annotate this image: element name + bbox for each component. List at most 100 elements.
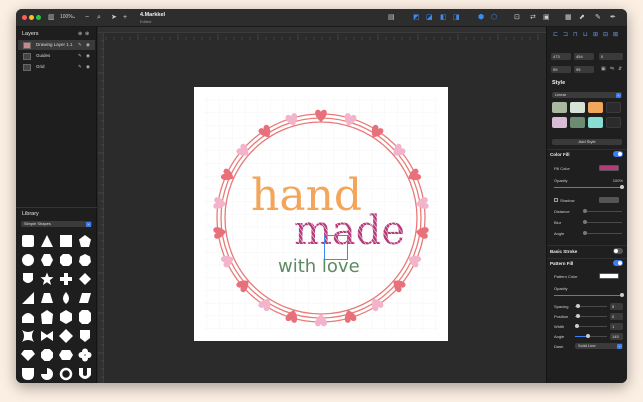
layer-row-grid[interactable]: Grid ✎ ◉ (18, 62, 95, 72)
diamond-shape[interactable] (77, 271, 93, 287)
dash-select[interactable]: Solid Line ⌄ (575, 343, 623, 349)
ring-shape[interactable] (58, 366, 74, 382)
sidebar-toggle-icon[interactable]: ▥ (48, 13, 55, 22)
flower-shape[interactable] (77, 347, 93, 363)
tall-hexagon-shape[interactable] (58, 309, 74, 325)
zoom-window-button[interactable] (36, 15, 41, 20)
style-swatch[interactable] (570, 117, 585, 128)
add-icon[interactable]: + (123, 13, 127, 22)
arch-shape[interactable] (20, 309, 36, 325)
pattern-angle-slider[interactable] (575, 334, 607, 338)
style-swatch[interactable] (552, 117, 567, 128)
brush-icon[interactable]: ✎ (78, 40, 82, 50)
shield-round-shape[interactable] (20, 366, 36, 382)
lock-icon[interactable]: ▣ (543, 13, 550, 22)
style-swatch[interactable] (570, 102, 585, 113)
ungroup-icon[interactable]: ⬡ (491, 13, 497, 22)
minus-icon[interactable]: − (85, 13, 89, 22)
heptagon-shape[interactable] (77, 252, 93, 268)
pie-shape[interactable] (39, 366, 55, 382)
layer-row-drawing[interactable]: Drawing Layer 1.1 ✎ ◉ (18, 40, 95, 50)
fill-color-well[interactable] (599, 165, 619, 171)
close-window-button[interactable] (22, 15, 27, 20)
share-icon[interactable]: ⬈ (579, 13, 585, 22)
position-field[interactable]: 0 (610, 313, 623, 320)
trapezoid-shape[interactable] (39, 290, 55, 306)
rotation-field[interactable]: 0 (599, 53, 623, 60)
drop-shape[interactable] (58, 290, 74, 306)
zoom-level[interactable]: 100% (60, 14, 73, 20)
arrange-icon[interactable]: ⊟ (603, 31, 608, 38)
height-field[interactable]: 95 (574, 66, 594, 73)
style-swatch[interactable] (606, 102, 621, 113)
pen-icon[interactable]: ✒ (610, 13, 616, 22)
style-select[interactable]: Linear ⌄ (552, 92, 622, 98)
shadow-color-well[interactable] (599, 197, 619, 203)
rotated-diamond-shape[interactable] (58, 328, 74, 344)
style-swatch[interactable] (588, 102, 603, 113)
tall-pentagon-shape[interactable] (39, 309, 55, 325)
align-icon[interactable]: ▤ (388, 13, 395, 22)
add-layer-icon[interactable]: ⊕ (78, 30, 82, 39)
image-icon[interactable]: ▦ (565, 13, 572, 22)
basic-stroke-toggle[interactable] (613, 248, 623, 254)
selection-handle-box[interactable] (324, 235, 348, 260)
right-triangle-shape[interactable] (20, 290, 36, 306)
artboard[interactable]: hand made with love (194, 87, 448, 341)
brush-icon[interactable]: ✎ (78, 51, 82, 61)
style-swatch[interactable] (606, 117, 621, 128)
eye-icon[interactable]: ◉ (86, 40, 90, 50)
lock-ratio-icon[interactable]: ▣ (601, 66, 606, 72)
parallelogram-shape[interactable] (77, 290, 93, 306)
chevron-down-icon[interactable]: ⌄ (72, 13, 76, 22)
shadow-checkbox[interactable] (554, 198, 558, 202)
flip-icon[interactable]: ⇄ (530, 13, 536, 22)
crop-icon[interactable]: ⊡ (514, 13, 520, 22)
x-field[interactable]: 473 (551, 53, 571, 60)
color-fill-toggle[interactable] (613, 151, 623, 157)
brush-icon[interactable]: ✎ (78, 62, 82, 72)
pattern-opacity-slider[interactable] (554, 293, 624, 297)
pattern-fill-toggle[interactable] (613, 260, 623, 266)
pattern-width-field[interactable]: 1 (610, 323, 623, 330)
transform-icon[interactable]: ⊠ (613, 31, 618, 38)
align-right-icon[interactable]: ⊓ (573, 31, 578, 38)
align-center-icon[interactable]: ⊐ (563, 31, 568, 38)
style-swatch[interactable] (588, 117, 603, 128)
brush-icon[interactable]: ✎ (595, 13, 601, 22)
circle-shape[interactable] (20, 252, 36, 268)
bowtie-shape[interactable] (39, 328, 55, 344)
opacity-slider[interactable] (554, 185, 624, 189)
group-icon[interactable]: ⬢ (478, 13, 484, 22)
zoom-icon[interactable]: ⌕ (97, 13, 101, 22)
boolean-union-icon[interactable]: ◩ (413, 13, 420, 22)
cross-shape[interactable] (58, 271, 74, 287)
spacing-slider[interactable] (575, 304, 607, 308)
style-swatch[interactable] (552, 102, 567, 113)
badge-shape[interactable] (77, 328, 93, 344)
y-field[interactable]: 454 (574, 53, 594, 60)
wide-hexagon-shape[interactable] (58, 347, 74, 363)
artwork-text-made[interactable]: made (294, 208, 405, 254)
star-shape[interactable] (39, 271, 55, 287)
distance-slider[interactable] (583, 209, 622, 213)
eye-icon[interactable]: ◉ (86, 62, 90, 72)
flip-vertical-icon[interactable]: ⇵ (618, 66, 622, 72)
octagon-shape[interactable] (58, 252, 74, 268)
rounded-square-shape[interactable] (58, 233, 74, 249)
boolean-subtract-icon[interactable]: ◪ (426, 13, 433, 22)
hexagon-shape[interactable] (39, 252, 55, 268)
pattern-color-well[interactable] (599, 273, 619, 279)
position-slider[interactable] (575, 314, 607, 318)
cup-shape[interactable] (77, 366, 93, 382)
distribute-icon[interactable]: ⊞ (593, 31, 598, 38)
canvas[interactable]: hand made with love (98, 27, 546, 383)
pentagon-shape[interactable] (77, 233, 93, 249)
pointer-icon[interactable]: ➤ (111, 13, 117, 22)
align-left-icon[interactable]: ⊏ (553, 31, 558, 38)
flip-horizontal-icon[interactable]: ⇋ (610, 66, 614, 72)
shadow-angle-slider[interactable] (583, 231, 622, 235)
boolean-exclude-icon[interactable]: ◨ (453, 13, 460, 22)
square-shape[interactable] (20, 233, 36, 249)
layer-row-guides[interactable]: Guides ✎ ◉ (18, 51, 95, 61)
